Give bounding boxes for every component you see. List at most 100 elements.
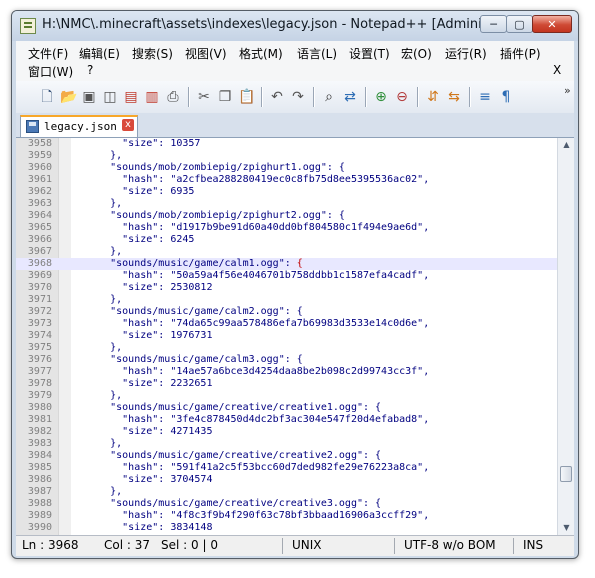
close-window-button[interactable]: ✕: [532, 15, 572, 33]
code-line[interactable]: 3989 "hash": "4f8c3f9b4f290f63c78bf3bbaa…: [16, 510, 557, 522]
redo-icon[interactable]: ↷: [290, 89, 306, 105]
paste-icon[interactable]: 📋: [238, 89, 255, 105]
sync-vertical-icon[interactable]: ⇵: [425, 89, 441, 105]
sync-horizontal-icon[interactable]: ⇆: [446, 89, 462, 105]
show-all-chars-icon[interactable]: ¶: [498, 89, 514, 105]
line-text: "size": 4271435: [74, 426, 213, 437]
line-number: 3958: [27, 138, 52, 149]
save-icon[interactable]: ▣: [81, 89, 97, 105]
code-line[interactable]: 3972 "sounds/music/game/calm2.ogg": {: [16, 306, 557, 318]
code-line[interactable]: 3963 },: [16, 198, 557, 210]
code-line[interactable]: 3984 "sounds/music/game/creative/creativ…: [16, 450, 557, 462]
menu-format[interactable]: 格式(M): [239, 45, 283, 62]
line-number: 3981: [27, 414, 52, 425]
save-all-icon[interactable]: ◫: [102, 89, 118, 105]
menu-help[interactable]: ?: [87, 63, 93, 77]
line-text: "size": 10357: [74, 138, 201, 149]
code-line[interactable]: 3971 },: [16, 294, 557, 306]
code-line[interactable]: 3979 },: [16, 390, 557, 402]
code-line[interactable]: 3987 },: [16, 486, 557, 498]
code-line[interactable]: 3968 "sounds/music/game/calm1.ogg": {: [16, 258, 557, 270]
word-wrap-icon[interactable]: ≡: [477, 89, 493, 105]
toolbar-overflow-chevron-icon[interactable]: »: [564, 84, 571, 97]
zoom-out-icon[interactable]: ⊖: [394, 89, 410, 105]
tab-legacy-json[interactable]: legacy.json x: [20, 115, 138, 137]
scroll-down-arrow-icon[interactable]: ▼: [561, 523, 572, 532]
toolbar: 🗋 📂 ▣ ◫ ▤ ▥ ⎙ ✂ ❐ 📋 ↶ ↷ ⌕ ⇄ ⊕ ⊖ ⇵ ⇆ ≡ ¶ …: [16, 81, 574, 114]
menu-macro[interactable]: 宏(O): [401, 45, 432, 62]
copy-icon[interactable]: ❐: [217, 89, 233, 105]
line-text: "size": 6245: [74, 234, 195, 245]
code-line[interactable]: 3982 "size": 4271435: [16, 426, 557, 438]
line-number: 3966: [27, 234, 52, 245]
status-separator: [282, 538, 283, 554]
code-line[interactable]: 3990 "size": 3834148: [16, 522, 557, 534]
maximize-button[interactable]: ▢: [506, 15, 533, 33]
code-line[interactable]: 3974 "size": 1976731: [16, 330, 557, 342]
editor-pane[interactable]: 3958 "size": 10357 3959 }, 3960 "sounds/mo…: [16, 138, 574, 535]
line-text: "sounds/mob/zombiepig/zpighurt1.ogg": {: [74, 162, 345, 173]
menu-settings[interactable]: 设置(T): [349, 45, 390, 62]
close-all-icon[interactable]: ▥: [144, 89, 160, 105]
line-number: 3965: [27, 222, 52, 233]
code-line[interactable]: 3985 "hash": "591f41a2c5f53bcc60d7ded982…: [16, 462, 557, 474]
cut-icon[interactable]: ✂: [196, 89, 212, 105]
toolbar-separator: [469, 87, 471, 107]
code-line[interactable]: 3981 "hash": "3fe4c878450d4dc2bf3ac304e5…: [16, 414, 557, 426]
line-number: 3986: [27, 474, 52, 485]
code-line[interactable]: 3969 "hash": "50a59a4f56e4046701b758ddbb…: [16, 270, 557, 282]
code-line[interactable]: 3986 "size": 3704574: [16, 474, 557, 486]
menu-view[interactable]: 视图(V): [185, 45, 227, 62]
code-line[interactable]: 3975 },: [16, 342, 557, 354]
toolbar-separator: [188, 87, 190, 107]
code-line[interactable]: 3967 },: [16, 246, 557, 258]
print-icon[interactable]: ⎙: [165, 89, 181, 105]
code-line[interactable]: 3961 "hash": "a2cfbea288280419ec0c8fb75d…: [16, 174, 557, 186]
code-line[interactable]: 3976 "sounds/music/game/calm3.ogg": {: [16, 354, 557, 366]
line-text: },: [74, 390, 123, 401]
code-area[interactable]: 3958 "size": 10357 3959 }, 3960 "sounds/mo…: [16, 138, 557, 535]
find-icon[interactable]: ⌕: [321, 89, 337, 105]
code-line[interactable]: 3958 "size": 10357: [16, 138, 557, 150]
code-line[interactable]: 3977 "hash": "14ae57a6bce3d4254daa8be2b0…: [16, 366, 557, 378]
code-line[interactable]: 3980 "sounds/music/game/creative/creativ…: [16, 402, 557, 414]
line-text: },: [74, 246, 123, 257]
code-line[interactable]: 3973 "hash": "74da65c99aa578486efa7b6998…: [16, 318, 557, 330]
replace-icon[interactable]: ⇄: [342, 89, 358, 105]
title-bar[interactable]: H:\NMC\.minecraft\assets\indexes\legacy.…: [12, 11, 578, 41]
code-line[interactable]: 3983 },: [16, 438, 557, 450]
line-text: "sounds/music/game/calm1.ogg": {: [74, 258, 303, 269]
undo-icon[interactable]: ↶: [269, 89, 285, 105]
code-line[interactable]: 3965 "hash": "d1917b9be91d60a40dd0bf8045…: [16, 222, 557, 234]
code-line[interactable]: 3988 "sounds/music/game/creative/creativ…: [16, 498, 557, 510]
menu-run[interactable]: 运行(R): [445, 45, 487, 62]
menu-window[interactable]: 窗口(W): [28, 63, 73, 80]
code-line[interactable]: 3959 },: [16, 150, 557, 162]
open-file-icon[interactable]: 📂: [60, 89, 77, 105]
close-icon[interactable]: ▤: [123, 89, 139, 105]
vertical-scrollbar[interactable]: ▲ ▼: [557, 138, 574, 535]
menu-file[interactable]: 文件(F): [28, 45, 68, 62]
menu-language[interactable]: 语言(L): [297, 45, 337, 62]
code-line[interactable]: 3966 "size": 6245: [16, 234, 557, 246]
minimize-button[interactable]: ─: [480, 15, 507, 33]
line-text: "hash": "3fe4c878450d4dc2bf3ac304e547f20…: [74, 414, 430, 425]
tab-close-icon[interactable]: x: [122, 119, 134, 131]
line-text: },: [74, 342, 123, 353]
code-line[interactable]: 3962 "size": 6935: [16, 186, 557, 198]
menu-search[interactable]: 搜索(S): [132, 45, 173, 62]
line-text: "sounds/music/game/creative/creative3.og…: [74, 498, 382, 509]
status-separator: [394, 538, 395, 554]
menu-plugins[interactable]: 插件(P): [500, 45, 541, 62]
line-text: "sounds/music/game/calm2.ogg": {: [74, 306, 303, 317]
close-document-button[interactable]: X: [553, 63, 561, 77]
code-line[interactable]: 3964 "sounds/mob/zombiepig/zpighurt2.ogg…: [16, 210, 557, 222]
code-line[interactable]: 3960 "sounds/mob/zombiepig/zpighurt1.ogg…: [16, 162, 557, 174]
code-line[interactable]: 3978 "size": 2232651: [16, 378, 557, 390]
scrollbar-thumb[interactable]: [560, 466, 572, 482]
code-line[interactable]: 3970 "size": 2530812: [16, 282, 557, 294]
scroll-up-arrow-icon[interactable]: ▲: [561, 140, 572, 149]
menu-edit[interactable]: 编辑(E): [79, 45, 120, 62]
new-file-icon[interactable]: 🗋: [39, 89, 55, 105]
zoom-in-icon[interactable]: ⊕: [373, 89, 389, 105]
